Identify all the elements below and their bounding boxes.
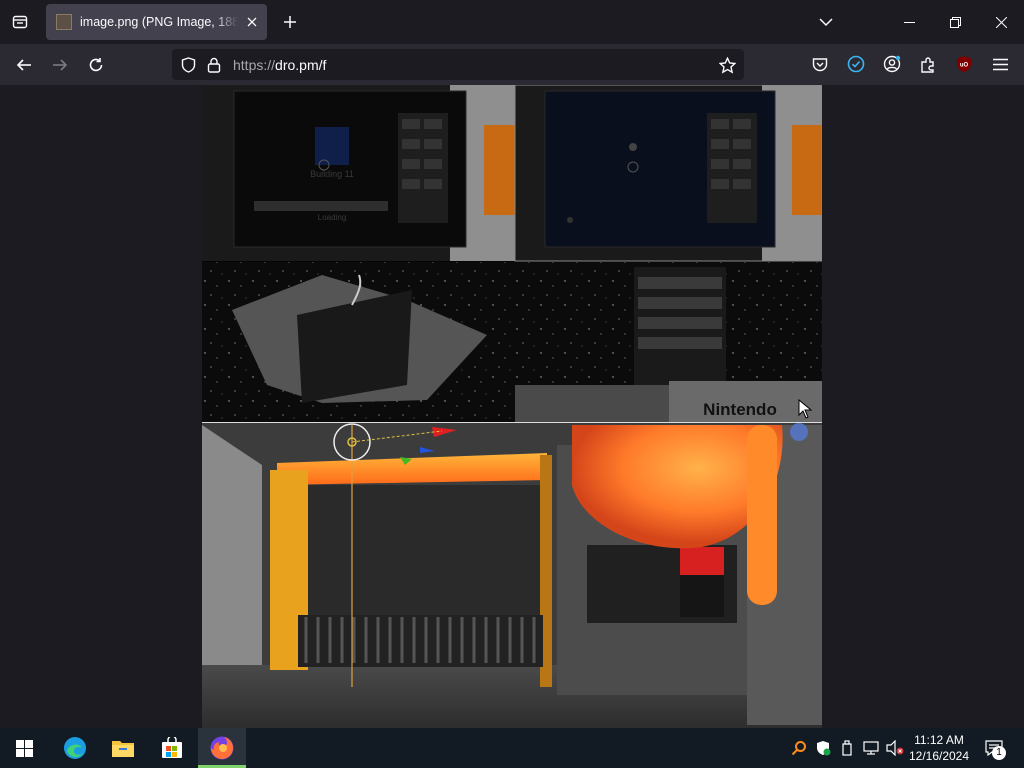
ublock-origin-button[interactable]: uO — [950, 49, 978, 79]
image-favicon-icon — [56, 14, 72, 30]
notification-count-badge: 1 — [992, 746, 1006, 760]
tab-bar: image.png (PNG Image, 1887 × 1 — [0, 0, 1024, 44]
restore-icon — [949, 16, 961, 28]
minimize-icon — [903, 21, 915, 23]
minimize-button[interactable] — [886, 0, 932, 44]
reload-icon — [89, 58, 103, 72]
list-all-tabs-button[interactable] — [812, 8, 840, 36]
windows-taskbar: 11:12 AM 12/16/2024 1 — [0, 728, 1024, 768]
close-icon — [995, 16, 1007, 28]
plus-icon — [284, 16, 296, 28]
star-icon — [718, 56, 736, 74]
account-icon — [883, 55, 901, 73]
magnifier-icon — [791, 741, 806, 756]
windows-logo-icon — [15, 739, 33, 757]
store-icon — [162, 737, 182, 758]
action-center-button[interactable]: 1 — [978, 728, 1010, 768]
hamburger-menu-icon — [992, 58, 1008, 70]
bookmark-page-button[interactable] — [716, 54, 738, 76]
start-button[interactable] — [0, 728, 48, 768]
edge-icon — [64, 737, 86, 759]
tray-windows-security[interactable] — [811, 728, 835, 768]
tray-search-app[interactable] — [787, 728, 811, 768]
forward-button[interactable] — [44, 49, 76, 81]
chevron-down-icon — [819, 18, 833, 27]
new-tab-button[interactable] — [276, 8, 304, 36]
application-menu-button[interactable] — [986, 49, 1014, 79]
taskbar-edge[interactable] — [51, 728, 99, 768]
taskbar-clock[interactable]: 11:12 AM 12/16/2024 — [905, 732, 973, 764]
panel4-sign-text: Nintendo — [703, 400, 777, 419]
url-scheme: https:// — [233, 57, 276, 73]
tab-image-png[interactable]: image.png (PNG Image, 1887 × 1 — [46, 4, 267, 40]
panel-orange-gateway — [202, 423, 822, 728]
tracking-protection-button[interactable] — [178, 55, 198, 75]
clock-time: 11:12 AM — [914, 733, 964, 747]
taskbar-file-explorer[interactable] — [99, 728, 147, 768]
puzzle-icon — [920, 56, 934, 73]
mouse-cursor-icon — [798, 399, 812, 419]
check-circle-icon — [847, 55, 865, 73]
speaker-muted-icon — [886, 740, 904, 756]
tray-usb-device[interactable] — [835, 728, 859, 768]
tab-title: image.png (PNG Image, 1887 × 1 — [80, 15, 238, 29]
taskbar-firefox[interactable] — [198, 728, 246, 768]
taskbar-microsoft-store[interactable] — [148, 728, 196, 768]
ublock-icon: uO — [957, 56, 971, 72]
url-bar[interactable]: https://dro.pm/f — [172, 49, 744, 80]
page-content[interactable]: Building 11 Loading Nintendo — [0, 85, 1024, 728]
svg-text:uO: uO — [960, 63, 969, 69]
arrow-left-icon — [16, 59, 31, 71]
firefox-view-icon — [12, 15, 28, 29]
panel1-loading-text: Loading — [318, 213, 346, 222]
url-host: dro.pm/f — [275, 57, 327, 73]
lock-icon — [207, 57, 221, 73]
tray-volume-muted[interactable] — [883, 728, 907, 768]
tab-close-button[interactable] — [242, 12, 262, 32]
tray-network[interactable] — [859, 728, 883, 768]
close-window-button[interactable] — [978, 0, 1024, 44]
reload-button[interactable] — [80, 49, 112, 81]
panel-building-sign: Nintendo — [515, 262, 822, 422]
png-image-viewer[interactable]: Building 11 Loading Nintendo — [202, 85, 822, 728]
extension-check-button[interactable] — [842, 49, 870, 79]
firefox-icon — [210, 736, 234, 760]
panel-building-loading: Building 11 Loading — [202, 85, 515, 261]
game-screenshot-collage-image: Building 11 Loading Nintendo — [202, 85, 822, 728]
restore-button[interactable] — [932, 0, 978, 44]
panel-console-screen — [514, 85, 822, 262]
site-security-button[interactable] — [204, 55, 224, 75]
clock-date: 12/16/2024 — [908, 749, 970, 763]
pocket-button[interactable] — [806, 49, 834, 79]
security-shield-icon — [817, 741, 831, 756]
usb-icon — [842, 740, 852, 756]
pocket-icon — [812, 57, 828, 71]
panel-starfield-box — [202, 262, 515, 422]
arrow-right-icon — [53, 59, 68, 71]
folder-icon — [112, 741, 134, 757]
network-icon — [863, 741, 879, 755]
close-icon — [247, 17, 257, 27]
back-button[interactable] — [8, 49, 40, 81]
firefox-view-button[interactable] — [6, 8, 34, 36]
account-button[interactable] — [878, 49, 906, 79]
extensions-button[interactable] — [914, 49, 942, 79]
shield-icon — [181, 57, 195, 73]
panel1-building-text: Building 11 — [310, 169, 354, 179]
url-text[interactable]: https://dro.pm/f — [233, 57, 326, 73]
